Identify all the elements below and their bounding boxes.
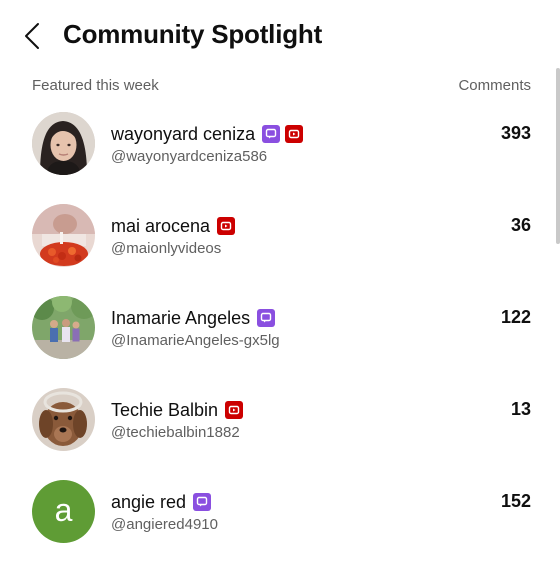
list-item[interactable]: Inamarie Angeles @InamarieAngeles-gx5lg … (0, 290, 560, 382)
food-photo-icon (32, 204, 95, 267)
scrollbar[interactable] (556, 68, 560, 244)
comment-count: 122 (500, 307, 531, 327)
avatar-letter: a (54, 492, 73, 528)
avatar[interactable] (32, 204, 95, 267)
avatar[interactable]: a (32, 480, 95, 543)
portrait-photo-icon (32, 112, 95, 175)
youtube-badge-icon (225, 401, 244, 419)
channel-handle: @maionlyvideos (111, 240, 222, 257)
channel-name: Inamarie Angeles (111, 307, 251, 328)
avatar[interactable] (32, 296, 95, 359)
member-badge-icon (262, 125, 281, 143)
youtube-badge-icon (285, 125, 304, 143)
avatar[interactable] (32, 388, 95, 451)
spotlight-list: wayonyard ceniza @wayonyardceniza586 393 (0, 106, 560, 566)
row-text: Techie Balbin @techiebalbin1882 (111, 398, 244, 441)
channel-name: angie red (111, 491, 187, 512)
member-badge-icon (193, 493, 212, 511)
row-text: wayonyard ceniza @wayonyardceniza586 (111, 122, 304, 165)
channel-handle: @angiered4910 (111, 516, 218, 533)
chevron-left-icon (25, 23, 39, 49)
comment-count: 36 (510, 215, 531, 235)
member-badge-icon (257, 309, 276, 327)
row-text: Inamarie Angeles @InamarieAngeles-gx5lg (111, 306, 280, 350)
channel-name: wayonyard ceniza (111, 123, 256, 144)
comment-count: 393 (500, 123, 531, 143)
page-title: Community Spotlight (63, 19, 323, 49)
list-item[interactable]: a angie red @angiered4910 152 (0, 474, 560, 566)
header-bar: Community Spotlight (0, 0, 560, 72)
row-text: angie red @angiered4910 (111, 490, 218, 534)
comment-count: 152 (500, 491, 531, 511)
comments-column-label: Comments (458, 77, 531, 94)
channel-handle: @techiebalbin1882 (111, 424, 240, 441)
avatar[interactable] (32, 112, 95, 175)
featured-label: Featured this week (32, 77, 159, 94)
channel-handle: @wayonyardceniza586 (111, 148, 268, 165)
dog-photo-icon (32, 388, 95, 451)
row-text: mai arocena @maionlyvideos (111, 214, 236, 257)
channel-handle: @InamarieAngeles-gx5lg (111, 332, 280, 349)
list-item[interactable]: mai arocena @maionlyvideos 36 (0, 198, 560, 290)
list-item[interactable]: Techie Balbin @techiebalbin1882 13 (0, 382, 560, 474)
channel-name: mai arocena (111, 215, 211, 236)
outdoor-group-photo-icon (32, 296, 95, 359)
list-subheader: Featured this week Comments (0, 74, 560, 98)
youtube-badge-icon (217, 217, 236, 235)
back-button[interactable] (14, 18, 50, 54)
channel-name: Techie Balbin (111, 399, 219, 420)
list-item[interactable]: wayonyard ceniza @wayonyardceniza586 393 (0, 106, 560, 198)
comment-count: 13 (510, 399, 531, 419)
